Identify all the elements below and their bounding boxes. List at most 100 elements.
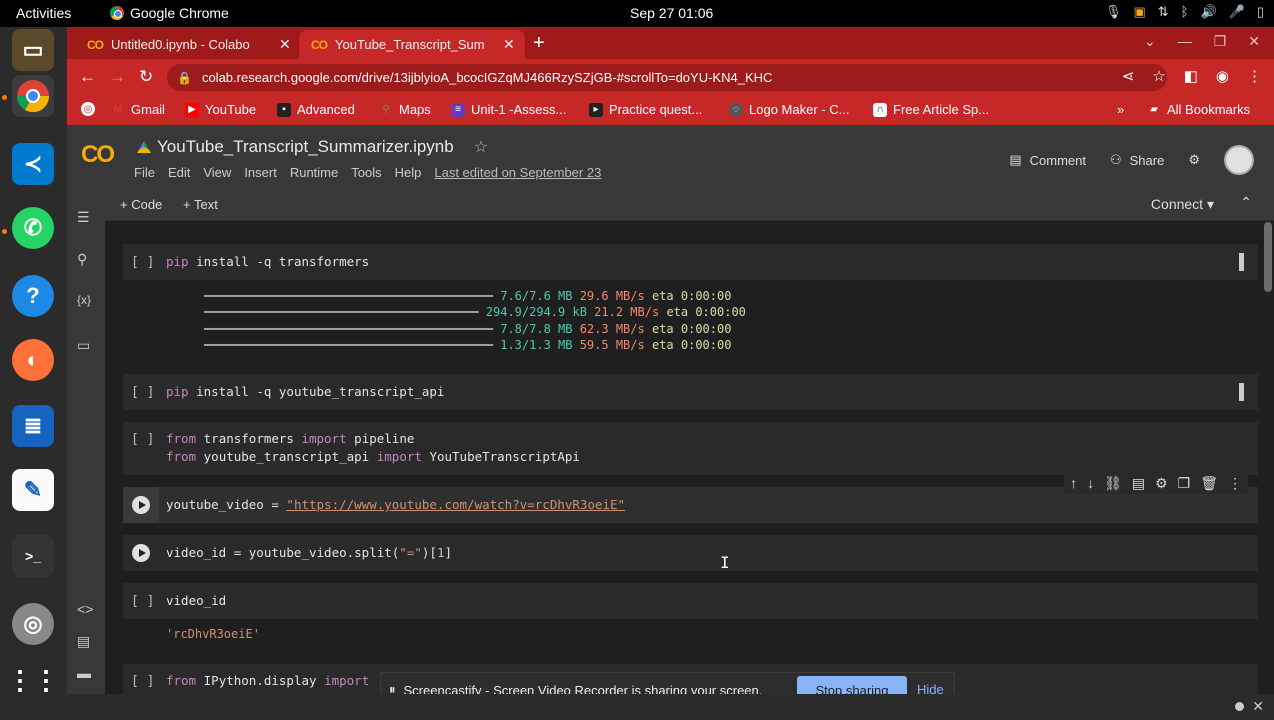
menu-view[interactable]: View: [203, 165, 231, 180]
command-palette-icon[interactable]: ▤: [77, 633, 90, 650]
profile-icon[interactable]: ◉: [1216, 67, 1229, 85]
add-text-button[interactable]: + Text: [183, 197, 218, 212]
share-page-icon[interactable]: ⋖: [1122, 67, 1135, 85]
menu-file[interactable]: File: [134, 165, 155, 180]
mic-status-icon[interactable]: 🎤: [1229, 4, 1245, 20]
star-icon[interactable]: ☆: [474, 137, 488, 157]
apps-icon[interactable]: ◎: [81, 102, 95, 116]
menu-runtime[interactable]: Runtime: [290, 165, 338, 180]
firefox-icon[interactable]: ◐: [12, 339, 54, 381]
writer-icon[interactable]: ≣: [12, 405, 54, 447]
cell-scroll-thumb[interactable]: [1239, 253, 1244, 271]
chrome-dock-icon[interactable]: [12, 75, 54, 117]
bookmark-free-article[interactable]: ∩ Free Article Sp...: [873, 102, 989, 117]
app-grid-icon[interactable]: ⋮⋮: [7, 659, 59, 701]
tab-search-icon[interactable]: ⌄: [1144, 33, 1156, 50]
text-editor-icon[interactable]: ✎: [12, 469, 54, 511]
dock-app-icon[interactable]: ▭: [12, 29, 54, 71]
tab-untitled[interactable]: CO Untitled0.ipynb - Colabo ✕: [75, 30, 301, 59]
cell-scroll-thumb[interactable]: [1239, 383, 1244, 401]
code-snippets-icon[interactable]: <>: [77, 601, 93, 617]
close-tab-icon[interactable]: ✕: [503, 36, 515, 53]
link-icon[interactable]: ⛓: [1104, 475, 1122, 492]
battery-icon[interactable]: ▯: [1257, 4, 1264, 20]
disc-icon[interactable]: ◎: [12, 603, 54, 645]
help-icon[interactable]: ?: [12, 275, 54, 317]
bookmark-unit1[interactable]: ≡ Unit-1 -Assess...: [451, 102, 566, 117]
bookmark-maps[interactable]: ⚲ Maps: [379, 102, 430, 117]
cell-run-bracket[interactable]: [ ]: [131, 594, 154, 609]
back-icon[interactable]: ←: [79, 67, 96, 87]
code-cell[interactable]: [ ] from transformers import pipeline fr…: [123, 422, 1258, 475]
activities-button[interactable]: Activities: [16, 5, 71, 21]
close-bar-icon[interactable]: ✕: [1252, 698, 1264, 715]
menu-tools[interactable]: Tools: [351, 165, 381, 180]
menu-edit[interactable]: Edit: [168, 165, 190, 180]
sidepanel-icon[interactable]: ◧: [1184, 67, 1198, 85]
microphone-icon[interactable]: 🎙: [1105, 4, 1122, 20]
avatar[interactable]: [1224, 145, 1254, 175]
address-bar[interactable]: 🔒 colab.research.google.com/drive/13ijbl…: [167, 64, 1167, 91]
code-string-link[interactable]: "https://www.youtube.com/watch?v=rcDhvR3…: [286, 497, 625, 512]
app-menu[interactable]: Google Chrome: [110, 5, 229, 21]
reload-icon[interactable]: ↻: [139, 67, 153, 87]
settings-gear-icon[interactable]: ⚙: [1188, 152, 1200, 168]
code-cell[interactable]: video_id = youtube_video.split("=")[1]: [123, 535, 1258, 571]
bookmark-star-icon[interactable]: ☆: [1152, 67, 1165, 85]
bookmarks-overflow-icon[interactable]: »: [1117, 102, 1124, 117]
clock[interactable]: Sep 27 01:06: [630, 5, 713, 21]
connect-button[interactable]: Connect ▾: [1151, 196, 1214, 213]
bluetooth-icon[interactable]: ᛒ: [1181, 4, 1189, 20]
search-icon[interactable]: ⚲: [77, 251, 87, 268]
run-cell-icon[interactable]: [132, 496, 150, 514]
vscode-icon[interactable]: ≺: [12, 143, 54, 185]
network-icon[interactable]: ⇅: [1158, 4, 1169, 20]
menu-help[interactable]: Help: [395, 165, 422, 180]
comment-cell-icon[interactable]: ▤: [1132, 475, 1145, 492]
new-tab-button[interactable]: +: [533, 32, 545, 55]
cell-run-bracket[interactable]: [ ]: [131, 255, 154, 270]
cell-run-bracket[interactable]: [ ]: [131, 432, 154, 447]
close-tab-icon[interactable]: ✕: [279, 36, 291, 53]
forward-icon[interactable]: →: [109, 67, 126, 87]
delete-cell-icon[interactable]: 🗑: [1200, 475, 1218, 492]
run-cell-icon[interactable]: [132, 544, 150, 562]
mirror-cell-icon[interactable]: ❐: [1178, 475, 1191, 492]
maximize-icon[interactable]: ❐: [1214, 33, 1227, 50]
terminal-icon[interactable]: >_: [12, 535, 54, 577]
move-up-icon[interactable]: ↑: [1070, 475, 1077, 492]
lock-icon[interactable]: 🔒: [177, 71, 192, 85]
volume-icon[interactable]: 🔊: [1200, 4, 1216, 20]
system-tray[interactable]: 🎙 ▣ ⇅ ᛒ 🔊 🎤 ▯: [1105, 4, 1264, 20]
cell-run-bracket[interactable]: [ ]: [131, 674, 154, 689]
bookmark-practice[interactable]: ▸ Practice quest...: [589, 102, 702, 117]
add-code-button[interactable]: + Code: [120, 197, 162, 212]
files-folder-icon[interactable]: ▭: [77, 337, 90, 354]
chrome-menu-icon[interactable]: ⋮: [1247, 67, 1262, 85]
bookmark-youtube[interactable]: ▶ YouTube: [185, 102, 256, 117]
colab-logo[interactable]: CO: [81, 141, 115, 169]
screencast-icon[interactable]: ▣: [1133, 4, 1145, 20]
bookmark-logo-maker[interactable]: ◌ Logo Maker - C...: [729, 102, 849, 117]
code-cell-selected[interactable]: youtube_video = "https://www.youtube.com…: [123, 473, 1258, 523]
whatsapp-icon[interactable]: ✆: [12, 207, 54, 249]
minimize-icon[interactable]: —: [1178, 33, 1192, 50]
all-bookmarks[interactable]: ▰ All Bookmarks: [1147, 102, 1250, 117]
code-cell[interactable]: [ ] pip install -q transformers: [123, 244, 1258, 280]
more-options-icon[interactable]: ⋮: [1228, 475, 1242, 492]
variables-icon[interactable]: {x}: [77, 293, 91, 307]
comment-button[interactable]: ▤ Comment: [1009, 152, 1086, 168]
last-edited-link[interactable]: Last edited on September 23: [434, 165, 601, 180]
bookmark-gmail[interactable]: M Gmail: [111, 102, 165, 117]
terminal-rail-icon[interactable]: ▬: [77, 665, 91, 681]
notebook-title[interactable]: YouTube_Transcript_Summarizer.ipynb: [157, 137, 454, 157]
collapse-header-icon[interactable]: ⌃: [1240, 194, 1252, 211]
code-cell[interactable]: [ ] pip install -q youtube_transcript_ap…: [123, 374, 1258, 410]
tab-youtube-transcript[interactable]: CO YouTube_Transcript_Sum ✕: [299, 30, 525, 59]
cell-settings-icon[interactable]: ⚙: [1155, 475, 1168, 492]
toc-icon[interactable]: ☰: [77, 209, 90, 226]
cell-run-bracket[interactable]: [ ]: [131, 385, 154, 400]
move-down-icon[interactable]: ↓: [1087, 475, 1094, 492]
menu-insert[interactable]: Insert: [244, 165, 277, 180]
close-window-icon[interactable]: ✕: [1248, 33, 1260, 50]
